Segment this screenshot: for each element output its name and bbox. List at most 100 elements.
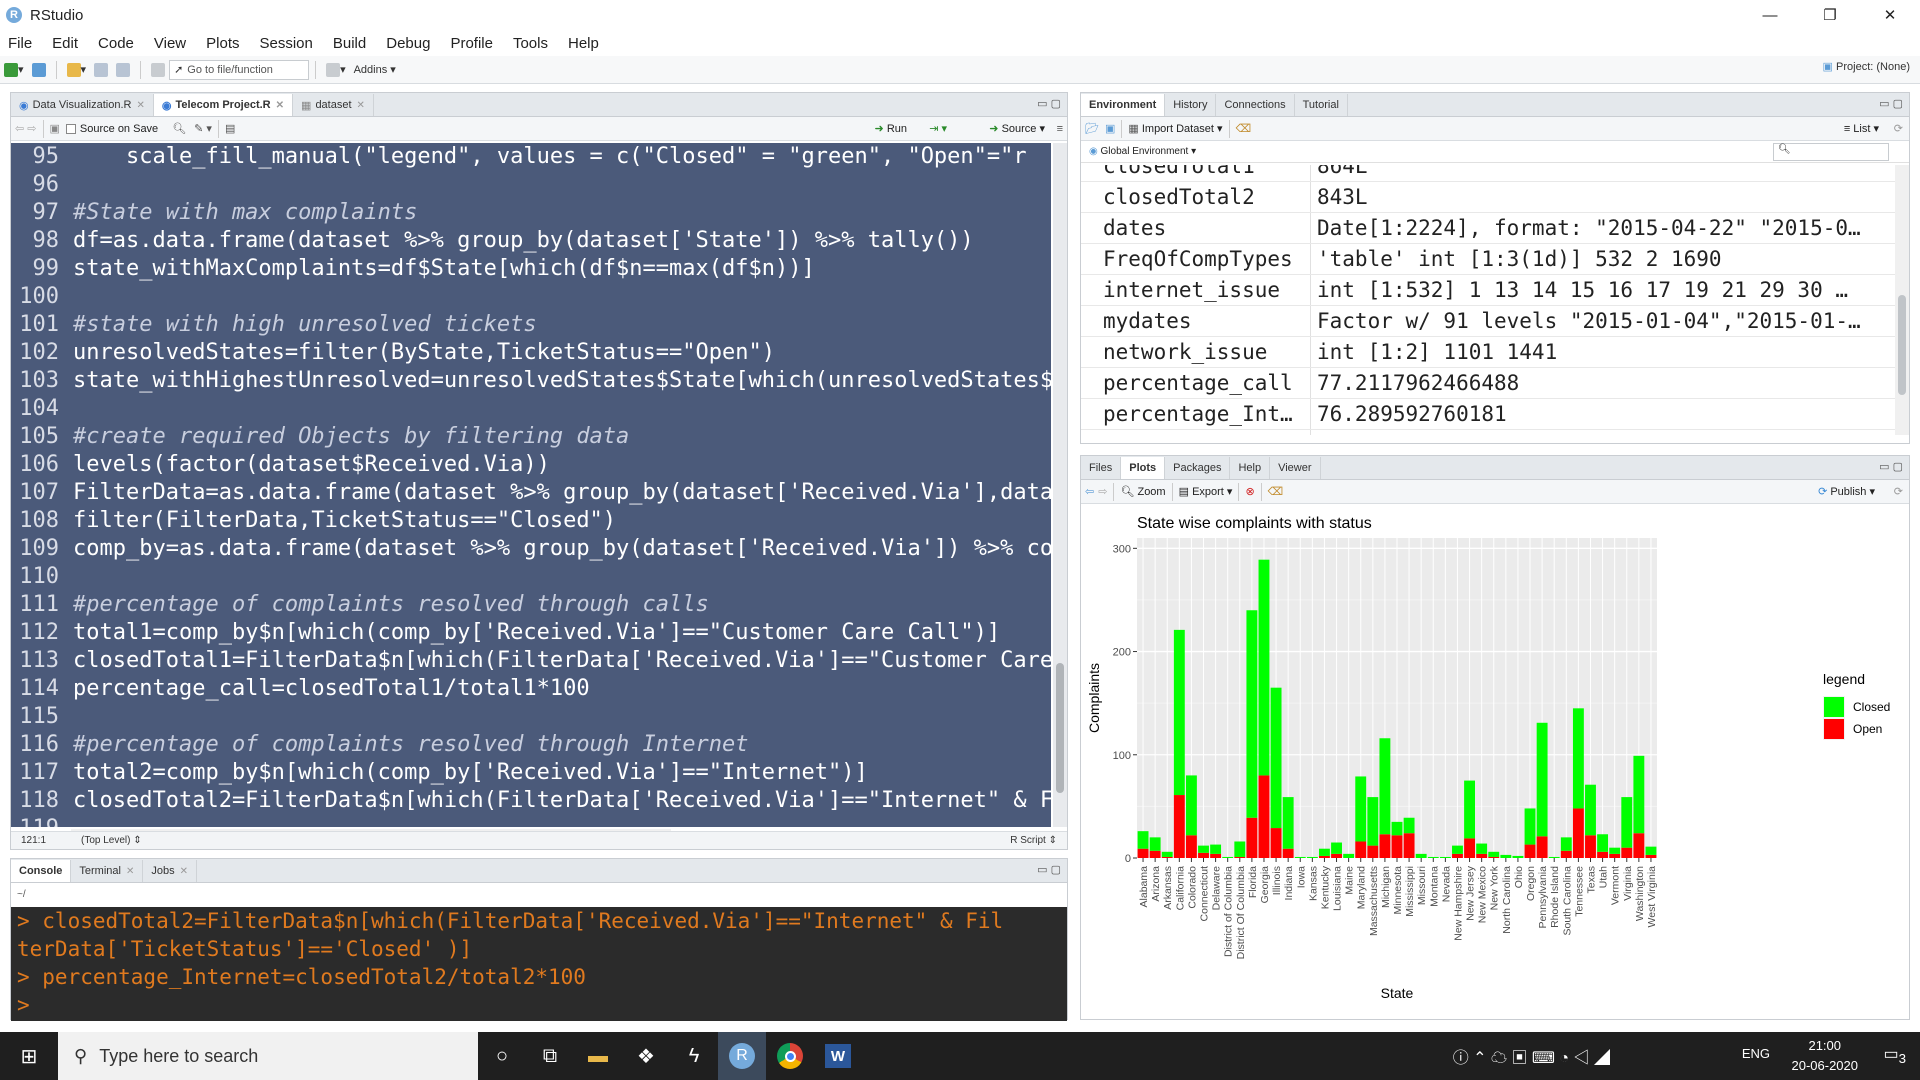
- tab-terminal[interactable]: Terminal ✕: [71, 860, 144, 882]
- menu-code[interactable]: Code: [96, 33, 136, 54]
- save-workspace-icon[interactable]: ▣: [1105, 122, 1115, 135]
- environment-row[interactable]: network_issue int [1:2] 1101 1441: [1081, 337, 1909, 368]
- environment-row[interactable]: FreqOfCompTypes'table' int [1:3(1d)] 532…: [1081, 244, 1909, 275]
- save-icon[interactable]: ▣: [50, 122, 60, 135]
- taskbar-search-input[interactable]: ⚲ Type here to search: [58, 1032, 478, 1080]
- language-indicator[interactable]: ENG: [1742, 1046, 1770, 1061]
- scope-selector[interactable]: ◉ Global Environment ▾: [1089, 146, 1196, 157]
- close-tab-icon[interactable]: ✕: [276, 100, 284, 111]
- pane-minmax-buttons[interactable]: ▭ ▢: [1037, 97, 1061, 110]
- publish-button[interactable]: ⟳ Publish ▾: [1818, 485, 1875, 498]
- pane-minmax-buttons[interactable]: ▭ ▢: [1879, 460, 1903, 473]
- layout-button[interactable]: ▾: [322, 60, 350, 80]
- environment-row[interactable]: closedTotal2 843L: [1081, 182, 1909, 213]
- tab-console[interactable]: Console: [11, 860, 72, 882]
- console-output[interactable]: > closedTotal2=FilterData$n[which(Filter…: [11, 907, 1067, 1021]
- menu-view[interactable]: View: [152, 33, 188, 54]
- menu-session[interactable]: Session: [258, 33, 315, 54]
- compile-report-icon[interactable]: ▤: [225, 122, 235, 135]
- close-tab-icon[interactable]: ✕: [126, 866, 134, 877]
- new-file-button[interactable]: ▾: [0, 60, 28, 80]
- pane-minmax-buttons[interactable]: ▭ ▢: [1037, 863, 1061, 876]
- new-project-button[interactable]: [28, 60, 50, 80]
- import-dataset-button[interactable]: ▦ Import Dataset ▾: [1128, 122, 1222, 135]
- scrollbar-thumb[interactable]: [1056, 663, 1064, 793]
- environment-row[interactable]: percentage_Int… 76.289592760181: [1081, 399, 1909, 430]
- environment-row[interactable]: state_withHigh…"Georgia": [1081, 430, 1909, 435]
- environment-row[interactable]: internet_issue int [1:532] 1 13 14 15 16 …: [1081, 275, 1909, 306]
- windows-start-icon[interactable]: ⊞: [5, 1032, 53, 1080]
- run-button[interactable]: ➜ Run: [875, 122, 907, 135]
- source-button[interactable]: ➜ Source ▾: [989, 122, 1045, 135]
- tab-dataset[interactable]: ▦ dataset ✕: [293, 94, 374, 116]
- menu-plots[interactable]: Plots: [204, 33, 241, 54]
- close-tab-icon[interactable]: ✕: [357, 100, 365, 111]
- zoom-button[interactable]: 🔍︎ Zoom: [1120, 485, 1165, 498]
- load-workspace-icon[interactable]: 📂︎: [1085, 122, 1099, 135]
- rstudio-taskbar-icon[interactable]: R: [718, 1032, 766, 1080]
- app-icon[interactable]: ϟ: [670, 1032, 718, 1080]
- system-tray-icons[interactable]: ⓘ ⌃ ☁ ▣ ⌨ ◔ ◁ ◢: [1453, 1044, 1610, 1068]
- back-forward-icons[interactable]: ⇦ ⇨: [15, 122, 37, 135]
- goto-file-input[interactable]: ➚ Go to file/function: [169, 59, 310, 80]
- tab-help[interactable]: Help: [1230, 457, 1271, 479]
- save-all-button[interactable]: [112, 60, 134, 80]
- editor-scrollbar[interactable]: [1053, 143, 1067, 827]
- close-tab-icon[interactable]: ✕: [136, 100, 144, 111]
- scope-selector[interactable]: (Top Level) ⇕: [81, 835, 142, 846]
- tab-viewer[interactable]: Viewer: [1270, 457, 1321, 479]
- menu-help[interactable]: Help: [566, 33, 601, 54]
- tab-environment[interactable]: Environment: [1081, 94, 1166, 116]
- forward-arrow-icon[interactable]: ⇨: [1098, 485, 1107, 498]
- pane-minmax-buttons[interactable]: ▭ ▢: [1879, 97, 1903, 110]
- open-file-button[interactable]: ▾: [63, 60, 91, 80]
- restore-button[interactable]: ❐: [1800, 0, 1860, 30]
- tab-jobs[interactable]: Jobs ✕: [143, 860, 198, 882]
- menu-file[interactable]: File: [6, 33, 34, 54]
- save-button[interactable]: [90, 60, 112, 80]
- outline-icon[interactable]: ≡: [1057, 123, 1063, 135]
- file-type-selector[interactable]: R Script ⇕: [1010, 835, 1057, 846]
- close-tab-icon[interactable]: ✕: [180, 866, 188, 877]
- environment-search-input[interactable]: 🔍︎: [1773, 143, 1889, 161]
- notification-icon[interactable]: ▭3: [1883, 1044, 1906, 1066]
- broom-icon[interactable]: ⌫: [1236, 122, 1252, 135]
- project-menu[interactable]: ▣ Project: (None): [1823, 60, 1910, 73]
- environment-row[interactable]: percentage_call 77.2117962466488: [1081, 368, 1909, 399]
- tab-packages[interactable]: Packages: [1165, 457, 1231, 479]
- menu-profile[interactable]: Profile: [448, 33, 495, 54]
- menu-tools[interactable]: Tools: [511, 33, 550, 54]
- rerun-button[interactable]: ⇥ ▾: [929, 122, 947, 135]
- refresh-icon[interactable]: ⟳: [1894, 485, 1903, 498]
- file-explorer-icon[interactable]: ▬: [574, 1032, 622, 1080]
- word-icon[interactable]: W: [814, 1032, 862, 1080]
- tab-plots[interactable]: Plots: [1121, 457, 1166, 479]
- close-button[interactable]: ✕: [1860, 0, 1920, 30]
- code-editor[interactable]: 95 scale_fill_manual("legend", values = …: [11, 143, 1051, 827]
- tab-history[interactable]: History: [1165, 94, 1217, 116]
- export-button[interactable]: ▤ Export ▾: [1179, 485, 1233, 498]
- cortana-icon[interactable]: ○: [478, 1032, 526, 1080]
- task-view-icon[interactable]: ⧉: [526, 1032, 574, 1080]
- print-button[interactable]: [147, 60, 169, 80]
- tab-telecom-project[interactable]: ◉ Telecom Project.R ✕: [153, 94, 294, 116]
- view-mode-selector[interactable]: ≡ List ▾: [1844, 122, 1879, 135]
- tab-data-visualization[interactable]: ◉ Data Visualization.R ✕: [11, 94, 154, 116]
- menu-build[interactable]: Build: [331, 33, 368, 54]
- scrollbar-thumb[interactable]: [1898, 295, 1906, 395]
- dropbox-icon[interactable]: ❖: [622, 1032, 670, 1080]
- broom-icon[interactable]: ⌫: [1268, 485, 1284, 498]
- environment-row[interactable]: mydates Factor w/ 91 levels "2015-01-04",…: [1081, 306, 1909, 337]
- environment-row[interactable]: closedTotal1 864L: [1081, 165, 1909, 182]
- menu-edit[interactable]: Edit: [50, 33, 80, 54]
- source-on-save-checkbox[interactable]: Source on Save: [65, 123, 158, 135]
- minimize-button[interactable]: —: [1740, 0, 1800, 30]
- menu-debug[interactable]: Debug: [384, 33, 432, 54]
- environment-row[interactable]: dates Date[1:2224], format: "2015-04-22" …: [1081, 213, 1909, 244]
- tab-tutorial[interactable]: Tutorial: [1295, 94, 1348, 116]
- chrome-icon[interactable]: [766, 1032, 814, 1080]
- environment-scrollbar[interactable]: [1895, 165, 1909, 435]
- wand-icon[interactable]: ✎ ▾: [194, 122, 212, 135]
- refresh-icon[interactable]: ⟳: [1894, 122, 1903, 135]
- remove-plot-icon[interactable]: ⊗: [1245, 485, 1254, 498]
